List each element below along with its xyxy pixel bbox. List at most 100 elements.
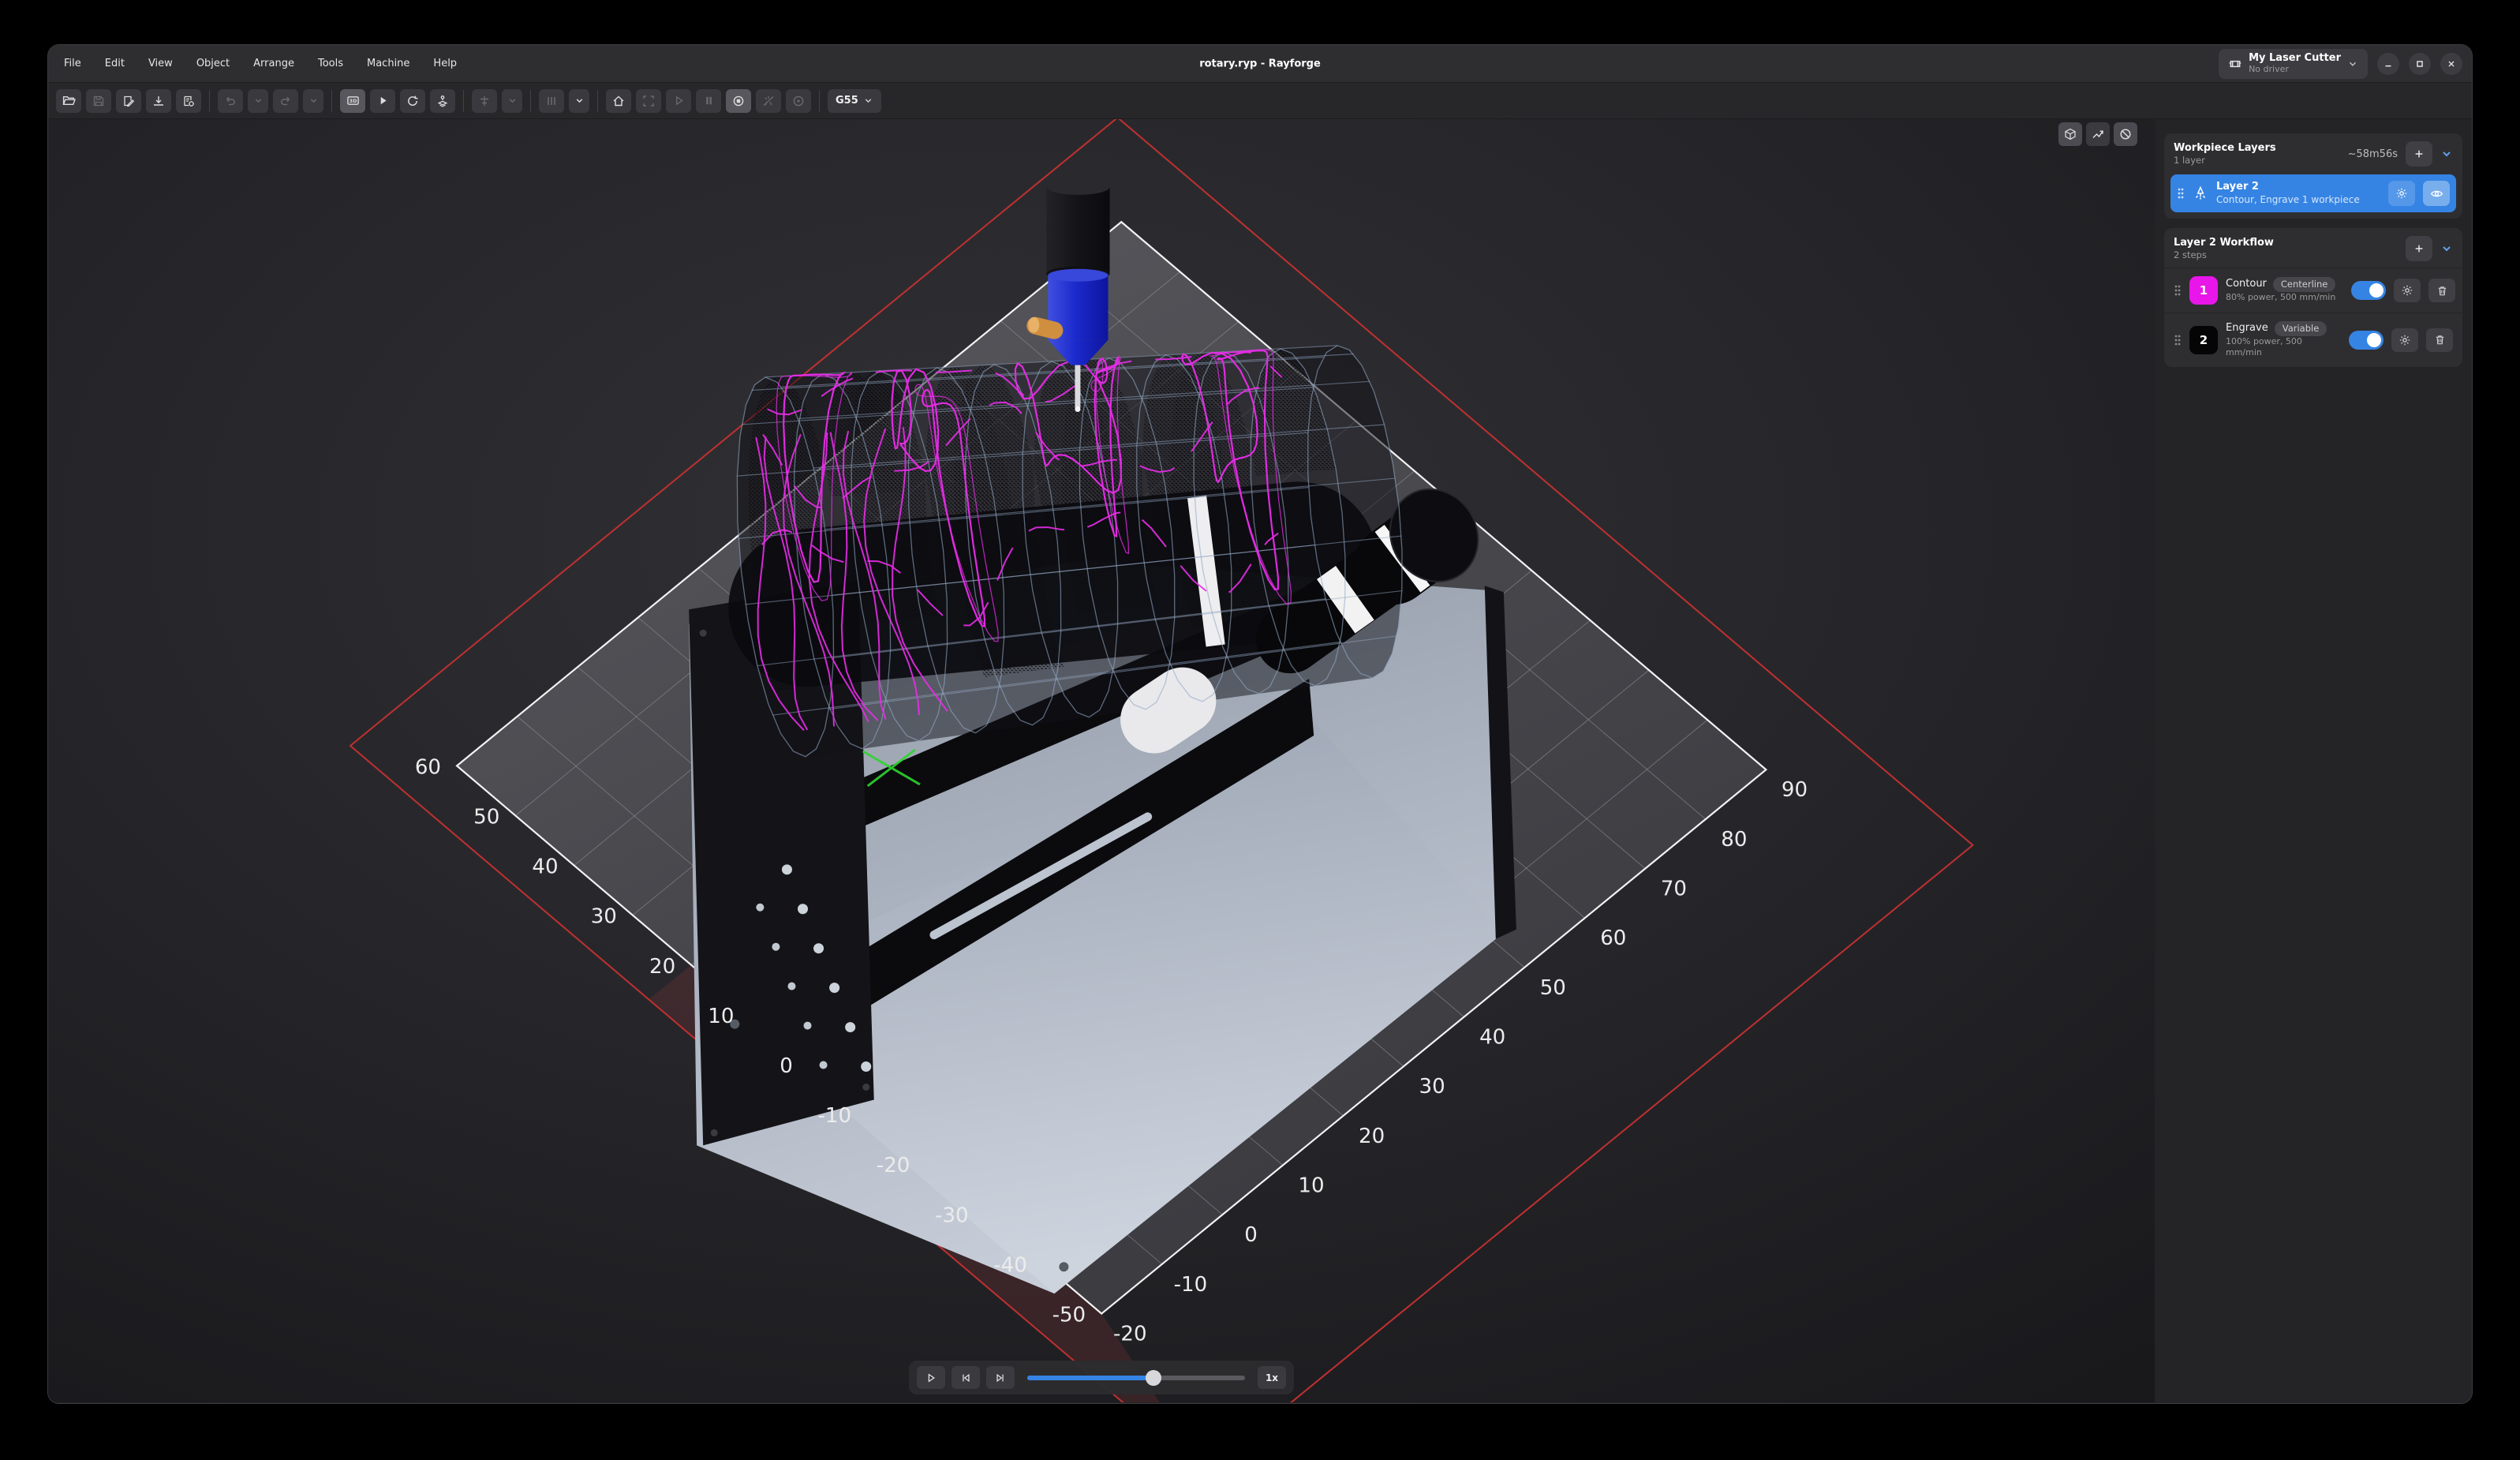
stop-icon (732, 95, 745, 107)
save-button[interactable] (86, 89, 111, 113)
chevron-down-icon (863, 95, 873, 106)
menu-help[interactable]: Help (433, 58, 457, 69)
perspective-toggle[interactable] (2058, 122, 2082, 146)
view-3d-toggle[interactable]: 3D (340, 89, 365, 113)
machine-status: No driver (2249, 65, 2341, 75)
open-button[interactable] (56, 89, 81, 113)
axis-tick-label: 30 (591, 905, 617, 929)
timeline-slider[interactable] (1027, 1370, 1245, 1386)
play-icon (377, 95, 389, 107)
collapse-layers-button[interactable] (2440, 148, 2453, 160)
axis-tick-label: 20 (649, 955, 675, 979)
eye-icon (2430, 187, 2443, 200)
menu-view[interactable]: View (148, 58, 173, 69)
show-travel-toggle[interactable] (2086, 122, 2110, 146)
maximize-icon (2414, 58, 2425, 69)
viewport-3d-scene[interactable]: 6050403020100-10-20-30-40-50908070605040… (48, 119, 2155, 1402)
axis-tick-label: -40 (993, 1253, 1027, 1277)
distribute-menu-button[interactable] (569, 89, 589, 113)
simulate-button[interactable] (370, 89, 395, 113)
save-as-button[interactable] (116, 89, 141, 113)
workflow-step-engrave[interactable]: 2 Engrave Variable 100% power, 500 mm/mi… (2164, 313, 2462, 367)
stop-button[interactable] (726, 89, 751, 113)
layer-visibility-button[interactable] (2423, 181, 2450, 206)
frame-button[interactable] (636, 89, 661, 113)
collapse-workflow-button[interactable] (2440, 242, 2453, 255)
menu-tools[interactable]: Tools (318, 58, 343, 69)
regenerate-button[interactable] (400, 89, 425, 113)
home-button[interactable] (606, 89, 631, 113)
playback-speed-button[interactable]: 1x (1258, 1366, 1286, 1389)
pause-button[interactable] (696, 89, 721, 113)
axis-tick-label: 0 (780, 1054, 793, 1078)
workflow-step-contour[interactable]: 1 Contour Centerline 80% power, 500 mm/m… (2164, 268, 2462, 313)
main-area: 6050403020100-10-20-30-40-50908070605040… (48, 119, 2472, 1402)
maximize-button[interactable] (2409, 53, 2431, 75)
minimize-button[interactable] (2377, 53, 2399, 75)
step-delete-button[interactable] (2426, 328, 2453, 352)
redo-button[interactable] (273, 89, 298, 113)
menu-file[interactable]: File (64, 58, 81, 69)
undo-menu-button[interactable] (248, 89, 268, 113)
viewport-3d: 6050403020100-10-20-30-40-50908070605040… (48, 119, 2155, 1402)
redo-menu-button[interactable] (303, 89, 323, 113)
menu-edit[interactable]: Edit (105, 58, 125, 69)
step-enabled-toggle[interactable] (2349, 331, 2384, 350)
document-edit-icon (122, 95, 135, 107)
layer-settings-button[interactable] (2388, 181, 2415, 206)
skip-to-end-button[interactable] (986, 1366, 1015, 1389)
menu-object[interactable]: Object (196, 58, 230, 69)
position-button[interactable] (430, 89, 455, 113)
add-step-button[interactable] (2406, 236, 2432, 261)
playback-bar: 1x (909, 1361, 1294, 1394)
distribute-icon (545, 95, 558, 107)
close-button[interactable] (2440, 53, 2462, 75)
frame-icon (642, 95, 655, 107)
axis-tick-label: 20 (1359, 1125, 1385, 1148)
hide-paths-toggle[interactable] (2114, 122, 2137, 146)
step-delete-button[interactable] (2428, 279, 2455, 302)
axis-tick-label: 10 (708, 1005, 734, 1028)
step-enabled-toggle[interactable] (2351, 281, 2386, 300)
chevron-down-icon (574, 95, 585, 106)
skip-to-start-button[interactable] (952, 1366, 980, 1389)
laser-off-button[interactable] (756, 89, 781, 113)
menu-machine[interactable]: Machine (367, 58, 409, 69)
add-layer-button[interactable] (2406, 141, 2432, 167)
chevron-down-icon (253, 95, 264, 106)
step-mode-badge: Centerline (2273, 277, 2335, 292)
step-number-badge: 2 (2189, 326, 2218, 354)
step-settings-button[interactable] (2391, 328, 2418, 352)
align-button[interactable] (472, 89, 497, 113)
import-button[interactable] (146, 89, 171, 113)
undo-button[interactable] (218, 89, 243, 113)
menu-arrange[interactable]: Arrange (253, 58, 294, 69)
toolbar-separator (463, 90, 464, 112)
drag-handle[interactable] (2177, 186, 2185, 200)
redo-icon (279, 95, 292, 107)
laser-layer-icon (2193, 185, 2208, 201)
step-settings-button[interactable] (2394, 279, 2421, 302)
step-params: 100% power, 500 mm/min (2226, 336, 2333, 359)
layers-title: Workpiece Layers (2174, 142, 2276, 155)
workpiece-layers-card: Workpiece Layers 1 layer ~58m56s Layer 2… (2164, 133, 2462, 219)
send-job-button[interactable] (666, 89, 691, 113)
distribute-button[interactable] (539, 89, 564, 113)
align-menu-button[interactable] (502, 89, 522, 113)
axis-tick-label: 90 (1782, 778, 1808, 802)
dot-mode-button[interactable] (786, 89, 811, 113)
gcode-offset-selector[interactable]: G55 (828, 89, 881, 113)
play-simulation-button[interactable] (917, 1366, 945, 1389)
machine-selector[interactable]: My Laser Cutter No driver (2219, 49, 2368, 79)
layer-name: Layer 2 (2216, 181, 2360, 193)
layer-row-selected[interactable]: Layer 2 Contour, Engrave 1 workpiece (2170, 174, 2456, 212)
export-gcode-button[interactable] (176, 89, 201, 113)
trash-icon (2436, 285, 2448, 297)
laser-off-icon (762, 95, 775, 107)
home-icon (612, 95, 625, 107)
chevron-down-icon (2347, 58, 2358, 69)
drag-handle[interactable] (2174, 333, 2182, 347)
play-outline-icon (673, 95, 685, 107)
drag-handle[interactable] (2174, 283, 2182, 298)
slider-knob[interactable] (1146, 1370, 1161, 1386)
